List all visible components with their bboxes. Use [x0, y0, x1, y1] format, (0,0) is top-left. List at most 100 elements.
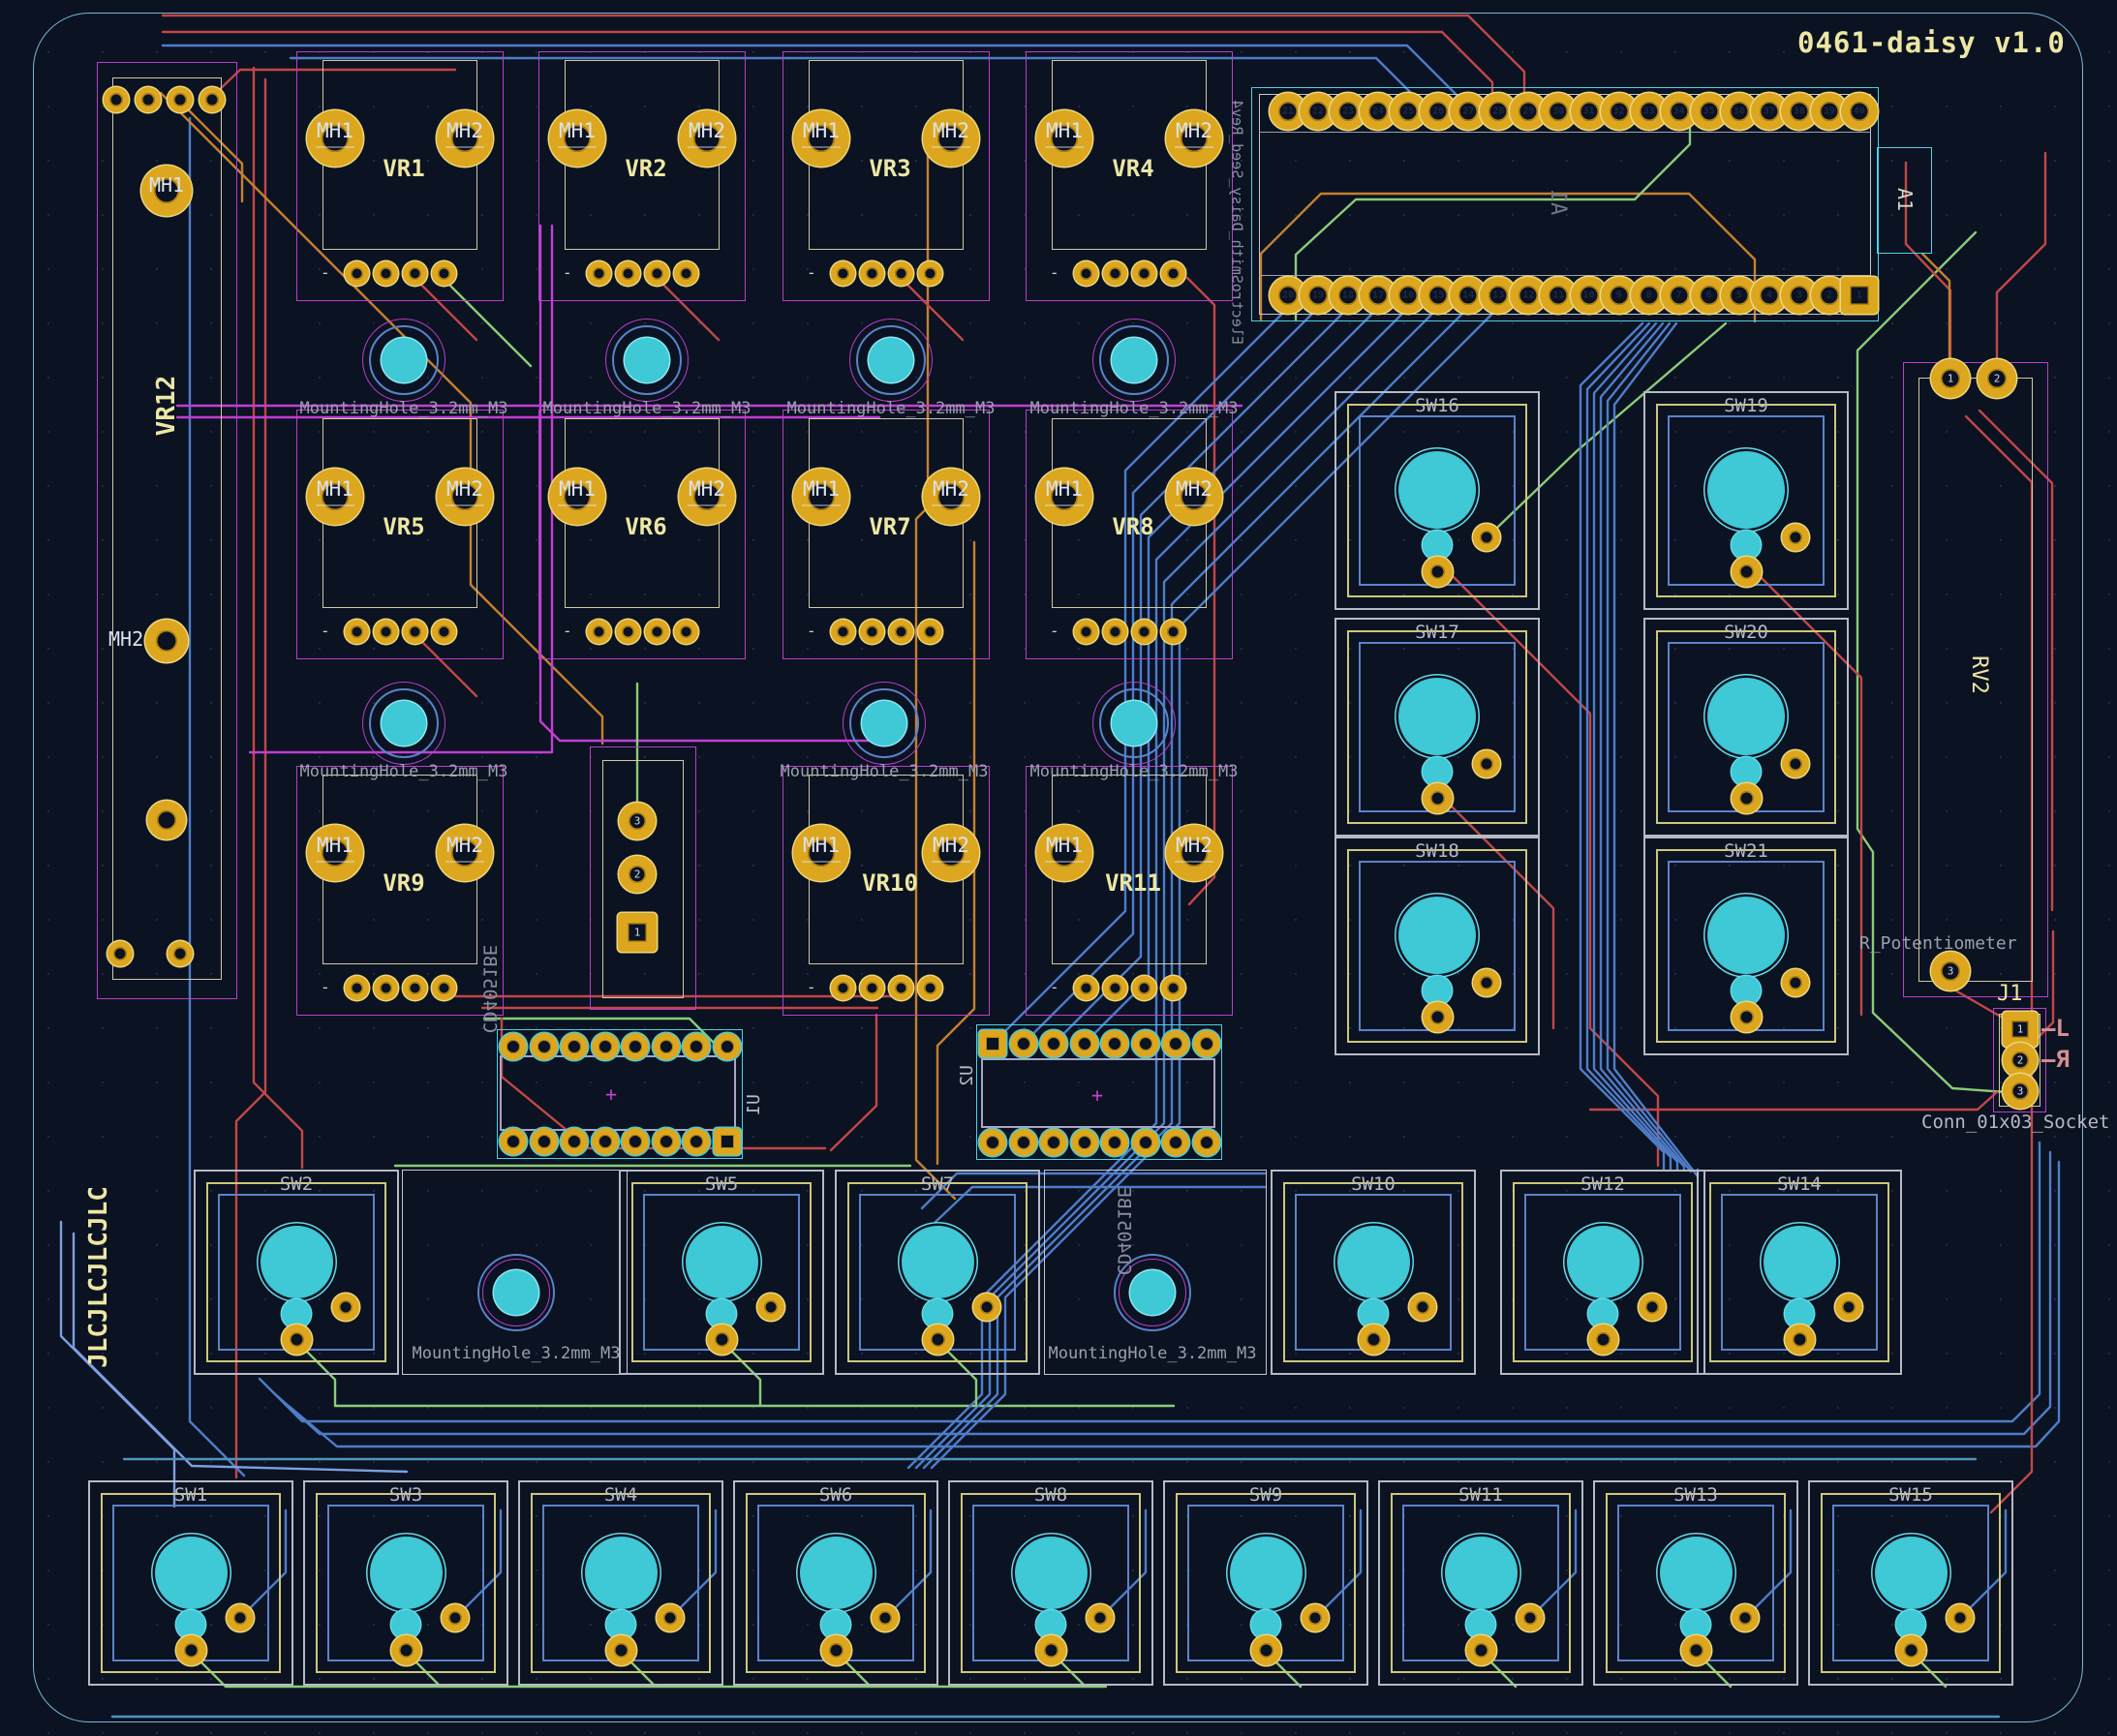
switch-pad-2[interactable] — [1473, 969, 1500, 996]
pot-pin-pad[interactable] — [403, 261, 427, 286]
vr12-pin-pad[interactable] — [199, 87, 225, 112]
switch-pad-2[interactable] — [1473, 750, 1500, 777]
pot-pin-pad[interactable] — [587, 620, 611, 644]
switch-hole[interactable] — [1660, 1537, 1733, 1609]
switch-pad-1[interactable] — [391, 1635, 421, 1665]
dip-pad[interactable] — [531, 1128, 558, 1155]
conn3-pad-2[interactable]: 2 — [619, 856, 656, 893]
switch-pad-2[interactable] — [973, 1294, 1000, 1321]
switch-pad-1[interactable] — [1036, 1635, 1066, 1665]
switch-pad-2[interactable] — [1782, 969, 1809, 996]
switch-pad-1[interactable] — [1732, 1002, 1762, 1032]
pot-pin-pad[interactable] — [1103, 976, 1127, 1000]
pot-pin-pad[interactable] — [831, 620, 855, 644]
pot-pin-pad[interactable] — [918, 620, 942, 644]
dip-pad[interactable] — [592, 1033, 619, 1060]
mounting-hole[interactable] — [625, 338, 669, 382]
dip-pad[interactable] — [500, 1033, 527, 1060]
pot-pin-pad[interactable] — [831, 261, 855, 286]
pot-pin-pad[interactable] — [616, 261, 640, 286]
rv2-pad-3[interactable]: 3 — [1931, 952, 1970, 990]
dip-pad[interactable] — [1162, 1030, 1189, 1057]
switch-hole[interactable] — [1707, 451, 1785, 529]
dip-pad[interactable] — [1040, 1030, 1067, 1057]
switch-hole[interactable] — [1398, 897, 1476, 974]
trace[interactable] — [61, 1222, 174, 1507]
switch-pad-2[interactable] — [442, 1604, 469, 1631]
rv2-pad-1[interactable]: 1 — [1931, 359, 1970, 398]
switch-pad-2[interactable] — [332, 1294, 359, 1321]
vr12-pin-pad[interactable] — [107, 941, 133, 966]
dip-pad[interactable] — [1071, 1129, 1098, 1156]
dip-pad[interactable] — [531, 1033, 558, 1060]
trace[interactable] — [1590, 1092, 1997, 1110]
dip-pad[interactable] — [714, 1033, 741, 1060]
dip-pad[interactable] — [592, 1128, 619, 1155]
pot-pin-pad[interactable] — [1161, 261, 1185, 286]
dip-pad[interactable] — [979, 1030, 1006, 1057]
switch-pad-1[interactable] — [1732, 783, 1762, 813]
switch-pad-2[interactable] — [1732, 1604, 1759, 1631]
switch-pad-1[interactable] — [1732, 557, 1762, 587]
switch-hole[interactable] — [1398, 451, 1476, 529]
mounting-hole[interactable] — [862, 701, 906, 746]
conn3-pad-3[interactable]: 3 — [619, 803, 656, 839]
pot-pin-pad[interactable] — [674, 261, 698, 286]
switch-pad-2[interactable] — [227, 1604, 254, 1631]
switch-hole[interactable] — [1015, 1537, 1088, 1609]
switch-pad-1[interactable] — [1423, 1002, 1453, 1032]
pot-pin-pad[interactable] — [1074, 620, 1098, 644]
pot-pin-pad[interactable] — [374, 620, 398, 644]
switch-hole[interactable] — [1707, 678, 1785, 755]
trace[interactable] — [831, 1015, 876, 1150]
header-pad-1[interactable]: 1 — [1841, 277, 1878, 314]
switch-pad-1[interactable] — [1896, 1635, 1926, 1665]
pot-pin-pad[interactable] — [345, 976, 369, 1000]
pot-pin-pad[interactable] — [831, 976, 855, 1000]
dip-pad[interactable] — [1101, 1030, 1128, 1057]
switch-hole[interactable] — [1764, 1226, 1836, 1298]
pot-pin-pad[interactable] — [1074, 261, 1098, 286]
dip-pad[interactable] — [653, 1033, 680, 1060]
switch-pad-1[interactable] — [1251, 1635, 1281, 1665]
pot-pin-pad[interactable] — [1161, 620, 1185, 644]
switch-pad-2[interactable] — [1639, 1294, 1666, 1321]
switch-pad-1[interactable] — [282, 1325, 312, 1355]
dip-pad[interactable] — [561, 1033, 588, 1060]
mounting-hole[interactable] — [1112, 338, 1156, 382]
dip-pad[interactable] — [1010, 1030, 1037, 1057]
pot-pin-pad[interactable] — [1103, 261, 1127, 286]
switch-hole[interactable] — [155, 1537, 228, 1609]
pot-pin-pad[interactable] — [345, 261, 369, 286]
switch-pad-1[interactable] — [606, 1635, 636, 1665]
dip-pad[interactable] — [683, 1033, 710, 1060]
switch-pad-2[interactable] — [1782, 524, 1809, 551]
switch-hole[interactable] — [1445, 1537, 1518, 1609]
dip-pad[interactable] — [622, 1128, 649, 1155]
switch-pad-1[interactable] — [1423, 557, 1453, 587]
switch-pad-1[interactable] — [707, 1325, 737, 1355]
switch-pad-1[interactable] — [1681, 1635, 1711, 1665]
switch-pad-1[interactable] — [176, 1635, 206, 1665]
trace[interactable] — [1997, 153, 2045, 378]
pot-pin-pad[interactable] — [674, 620, 698, 644]
switch-pad-2[interactable] — [872, 1604, 899, 1631]
conn3-pad-1[interactable]: 1 — [618, 913, 657, 952]
rv2-pad-2[interactable]: 2 — [1978, 359, 2016, 398]
mounting-hole[interactable] — [869, 338, 913, 382]
dip-pad[interactable] — [979, 1129, 1006, 1156]
pot-pin-pad[interactable] — [645, 261, 669, 286]
switch-hole[interactable] — [585, 1537, 658, 1609]
switch-pad-1[interactable] — [1466, 1635, 1496, 1665]
dip-pad[interactable] — [1010, 1129, 1037, 1156]
pot-pin-pad[interactable] — [860, 261, 884, 286]
switch-hole[interactable] — [902, 1226, 974, 1298]
vr12-pin-pad[interactable] — [168, 941, 193, 966]
pot-pin-pad[interactable] — [889, 261, 913, 286]
j1-pad-3[interactable]: 3 — [2003, 1074, 2038, 1109]
j1-pad-2[interactable]: 2 — [2003, 1043, 2038, 1078]
switch-pad-1[interactable] — [923, 1325, 953, 1355]
vr12-pin-pad[interactable] — [168, 87, 193, 112]
pot-pin-pad[interactable] — [918, 261, 942, 286]
pot-pin-pad[interactable] — [432, 620, 456, 644]
